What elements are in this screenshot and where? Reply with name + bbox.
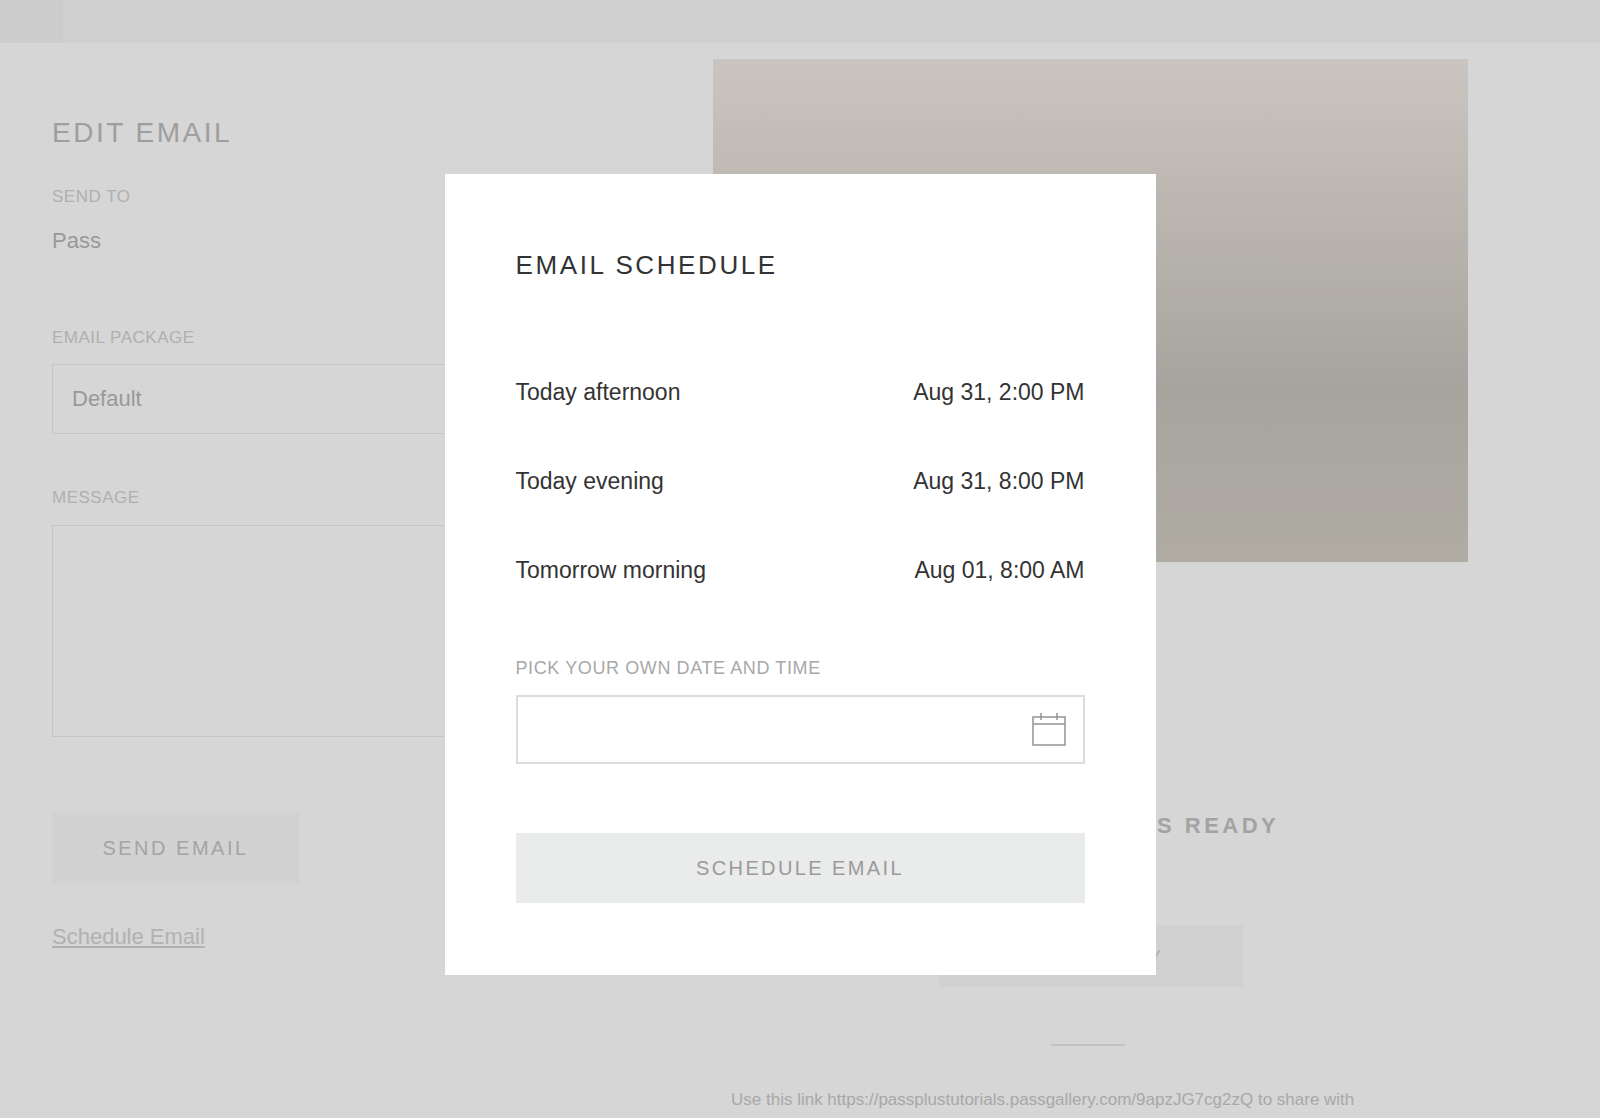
custom-date-label: PICK YOUR OWN DATE AND TIME — [516, 657, 1085, 679]
date-time-field[interactable] — [516, 695, 1085, 764]
schedule-option[interactable]: Tomorrow morning Aug 01, 8:00 AM — [516, 525, 1085, 614]
calendar-icon[interactable] — [1031, 712, 1067, 748]
date-time-input[interactable] — [534, 717, 1021, 742]
schedule-option[interactable]: Today afternoon Aug 31, 2:00 PM — [516, 347, 1085, 436]
option-time: Aug 31, 8:00 PM — [913, 467, 1084, 495]
schedule-options: Today afternoon Aug 31, 2:00 PM Today even… — [516, 347, 1085, 614]
schedule-email-button: SCHEDULE EMAIL — [516, 833, 1085, 903]
modal-backdrop[interactable]: EMAIL SCHEDULE Today afternoon Aug 31, 2:0… — [0, 0, 1600, 1118]
email-schedule-modal: EMAIL SCHEDULE Today afternoon Aug 31, 2:0… — [445, 174, 1156, 975]
email-page: EDIT EMAILSEND TOPassEMAIL PACKAGEDefaul… — [0, 0, 1600, 1118]
option-time: Aug 01, 8:00 AM — [914, 556, 1084, 584]
option-label: Tomorrow morning — [516, 556, 706, 584]
option-label: Today afternoon — [516, 378, 681, 406]
modal-title: EMAIL SCHEDULE — [516, 249, 1085, 281]
schedule-option[interactable]: Today evening Aug 31, 8:00 PM — [516, 436, 1085, 525]
option-time: Aug 31, 2:00 PM — [913, 378, 1084, 406]
option-label: Today evening — [516, 467, 664, 495]
